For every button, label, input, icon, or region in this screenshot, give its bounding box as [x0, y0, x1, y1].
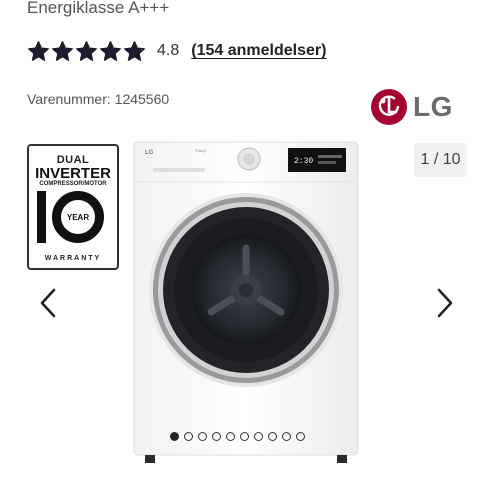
badge-zero-digit: YEAR — [52, 191, 104, 243]
gallery-prev-button[interactable] — [31, 283, 65, 323]
appliance-model: ThinQ — [195, 148, 206, 153]
reviews-link[interactable]: (154 anmeldelser) — [191, 42, 326, 60]
badge-ten-mark: YEAR — [29, 189, 117, 253]
appliance-brand: LG — [145, 150, 154, 156]
lg-face-icon — [371, 89, 407, 125]
badge-inverter: INVERTER — [35, 165, 111, 182]
badge-compressor: COMPRESSOR/MOTOR — [39, 181, 107, 187]
energy-class: Energiklasse A+++ — [27, 0, 170, 17]
star-icon — [28, 40, 49, 61]
star-icon — [124, 40, 145, 61]
pagination-dot[interactable] — [184, 432, 193, 441]
appliance-display: 2:30 — [294, 157, 313, 166]
pagination-dot[interactable] — [198, 432, 207, 441]
product-image: LG ThinQ 2:30 — [133, 141, 359, 463]
image-counter: 1 / 10 — [414, 143, 467, 177]
rating-row: 4.8 (154 anmeldelser) — [27, 38, 326, 64]
star-rating — [27, 40, 146, 63]
pagination-dot[interactable] — [240, 432, 249, 441]
pagination-dot[interactable] — [282, 432, 291, 441]
pagination-dot[interactable] — [212, 432, 221, 441]
gallery-next-button[interactable] — [428, 283, 462, 323]
chevron-left-icon — [40, 288, 56, 318]
badge-one-digit — [37, 191, 46, 243]
badge-warranty: WARRANTY — [44, 255, 102, 262]
brand-name: LG — [413, 91, 453, 122]
star-icon — [100, 40, 121, 61]
gallery-pagination — [170, 432, 305, 441]
warranty-badge: DUAL INVERTER COMPRESSOR/MOTOR YEAR WARR… — [27, 144, 119, 270]
badge-year: YEAR — [66, 212, 90, 222]
pagination-dot[interactable] — [268, 432, 277, 441]
star-icon — [52, 40, 73, 61]
pagination-dot[interactable] — [296, 432, 305, 441]
pagination-dot[interactable] — [170, 432, 179, 441]
rating-score: 4.8 — [157, 42, 180, 59]
pagination-dot[interactable] — [254, 432, 263, 441]
pagination-dot[interactable] — [226, 432, 235, 441]
chevron-right-icon — [437, 288, 453, 318]
brand-logo: LG — [371, 89, 453, 125]
star-icon — [76, 40, 97, 61]
product-sku: Varenummer: 1245560 — [27, 91, 170, 107]
